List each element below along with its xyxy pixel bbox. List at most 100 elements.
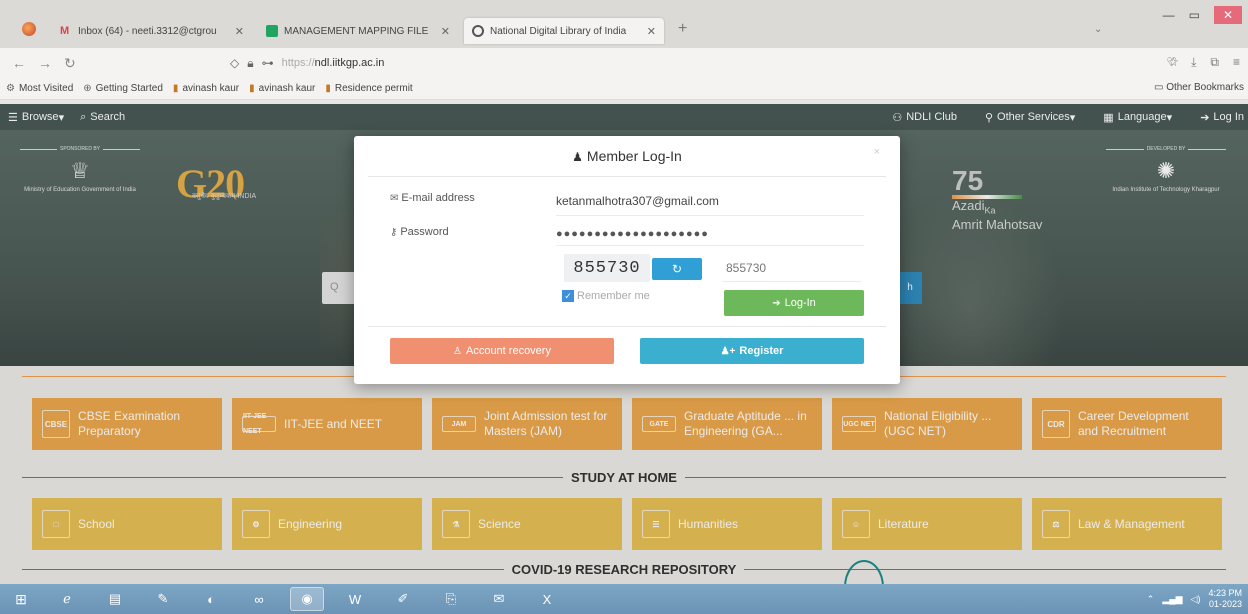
folder-icon: ▭ [1153,82,1167,93]
account-recovery-button[interactable]: ♙ Account recovery [390,338,614,364]
ie-icon[interactable]: ℯ [50,587,84,611]
window-close-icon[interactable]: ✕ [1214,6,1242,24]
divider [368,176,886,177]
minimize-icon[interactable]: — [1163,8,1175,22]
paint-brush-icon[interactable]: ✐ [386,587,420,611]
explorer-icon[interactable]: ▤ [98,587,132,611]
firefox-taskbar-icon[interactable]: ◉ [290,587,324,611]
notes-icon[interactable]: ✉ [482,587,516,611]
modal-close-icon[interactable]: × [874,146,880,158]
password-field[interactable]: ●●●●●●●●●●●●●●●●●●●● [556,224,864,246]
captcha-input[interactable] [722,254,862,282]
email-field[interactable]: ketanmalhotra307@gmail.com [556,194,864,216]
photos-icon[interactable]: ◐ [194,587,228,611]
extensions-icon[interactable]: ⧉ [1210,55,1219,70]
password-label: ⚷ Password [390,226,449,238]
other-bookmarks[interactable]: ▭ Other Bookmarks [1154,82,1244,93]
register-button-label: Register [739,345,784,357]
pocket-icon[interactable]: ♡ [1166,55,1177,70]
meet-icon[interactable]: ∞ [242,587,276,611]
tab-inbox[interactable]: M Inbox (64) - neeti.3312@ctgrou ✕ [52,18,252,44]
recovery-button-label: Account recovery [465,345,551,357]
checkmark-icon: ✓ [562,290,574,302]
other-bookmarks-label: Other Bookmarks [1166,82,1244,93]
lock-icon: 🔒︎ [247,55,254,70]
bookmark-residence[interactable]: ▮ Residence permit [325,83,412,94]
browser-tabstrip: M Inbox (64) - neeti.3312@ctgrou ✕ MANAG… [0,0,1248,48]
forward-icon[interactable]: → [38,55,52,71]
bookmark-icon: ▮ [325,83,331,94]
volume-icon[interactable]: ◁) [1191,594,1201,605]
email-label: ✉ E-mail address [390,192,475,204]
network-icon[interactable]: ▂▄▆ [1162,594,1182,605]
clock[interactable]: 4:23 PM 01-2023 [1208,588,1242,610]
bookmark-most-visited[interactable]: ⚙ Most Visited [6,83,73,94]
shield-icon: ◇ [230,56,240,70]
divider [368,326,886,327]
excel-icon[interactable]: X [530,587,564,611]
sheets-icon [266,25,278,37]
clock-time: 4:23 PM [1208,588,1242,598]
bookmark-label: avinash kaur [258,83,316,94]
word-icon[interactable]: W [338,587,372,611]
bookmark-avinash-1[interactable]: ▮ avinash kaur [173,83,239,94]
windows-start-icon[interactable]: ⊞ [6,584,36,614]
globe-icon [472,25,484,37]
register-button[interactable]: ♟+ Register [640,338,864,364]
gmail-icon: M [60,25,70,37]
envelope-icon: ✉ [390,192,399,204]
tab-management[interactable]: MANAGEMENT MAPPING FILE ✕ [258,18,458,44]
remember-me-checkbox[interactable]: ✓ Remember me [562,290,650,302]
url-prefix: https:// [281,57,315,69]
download-icon[interactable]: ⤓ [1191,55,1196,70]
system-tray: ⌃ ▂▄▆ ◁) 4:23 PM 01-2023 [1147,584,1242,614]
add-user-icon: ♟+ [720,345,736,357]
sign-in-icon: ➔ [772,297,781,309]
permissions-icon: ⊶ [261,56,274,70]
windows-taskbar: ⊞ ℯ ▤ ✎ ◐ ∞ ◉ W ✐ ⎘ ✉ X ⌃ ▂▄▆ ◁) 4:23 PM… [0,584,1248,614]
reload-icon[interactable]: ↻ [64,55,76,72]
refresh-icon[interactable]: ↻ [652,258,702,280]
login-button-label: Log-In [784,297,816,309]
globe-icon: ⊕ [83,83,92,94]
bookmark-label: Most Visited [18,83,74,94]
close-icon[interactable]: ✕ [235,25,244,38]
captcha-image: 855730 [564,254,650,282]
user-recover-icon: ♙ [453,345,462,357]
close-icon[interactable]: ✕ [441,25,450,38]
bookmark-avinash-2[interactable]: ▮ avinash kaur [249,83,315,94]
paint-icon[interactable]: ✎ [146,587,180,611]
user-icon: ♟ [572,150,583,164]
close-icon[interactable]: ✕ [647,25,656,38]
maximize-icon[interactable]: ▭ [1189,8,1200,22]
chevron-down-icon[interactable]: ⌄ [1094,24,1102,35]
bookmark-icon: ▮ [249,83,255,94]
email-label-text: E-mail address [401,192,475,204]
menu-icon[interactable]: ≡ [1233,55,1240,70]
tray-chevron-icon[interactable]: ⌃ [1147,594,1155,605]
tab-label: Inbox (64) - neeti.3312@ctgrou [78,25,217,37]
tab-label: National Digital Library of India [490,25,627,37]
url-host: ndl.iitkgp.ac.in [314,57,385,69]
remember-label: Remember me [577,290,650,302]
bookmark-icon: ▮ [172,83,179,94]
browser-navbar: ← → ↻ ◇ 🔒︎ ⊶ https:// ndl.iitkgp.ac.in ☆… [0,48,1248,78]
new-tab-button[interactable]: + [678,20,687,38]
clock-date: 01-2023 [1208,599,1242,609]
tab-label: MANAGEMENT MAPPING FILE [284,25,429,37]
bookmark-label: Residence permit [334,83,413,94]
bookmarks-bar: ⚙ Most Visited ⊕ Getting Started ▮ avinash … [0,78,1248,100]
pdf-icon[interactable]: ⎘ [434,587,468,611]
gear-icon: ⚙ [6,83,15,94]
url-bar[interactable]: ◇ 🔒︎ ⊶ https:// ndl.iitkgp.ac.in [230,53,1010,73]
bookmark-getting-started[interactable]: ⊕ Getting Started [83,83,163,94]
key-icon: ⚷ [390,226,398,238]
back-icon[interactable]: ← [12,55,26,71]
firefox-icon[interactable] [22,22,36,36]
bookmark-label: avinash kaur [182,83,240,94]
modal-title-text: Member Log-In [586,148,682,164]
modal-title: ♟ Member Log-In [354,148,900,164]
tab-ndli[interactable]: National Digital Library of India ✕ [464,18,664,44]
password-label-text: Password [400,226,449,238]
login-button[interactable]: ➔ Log-In [724,290,864,316]
